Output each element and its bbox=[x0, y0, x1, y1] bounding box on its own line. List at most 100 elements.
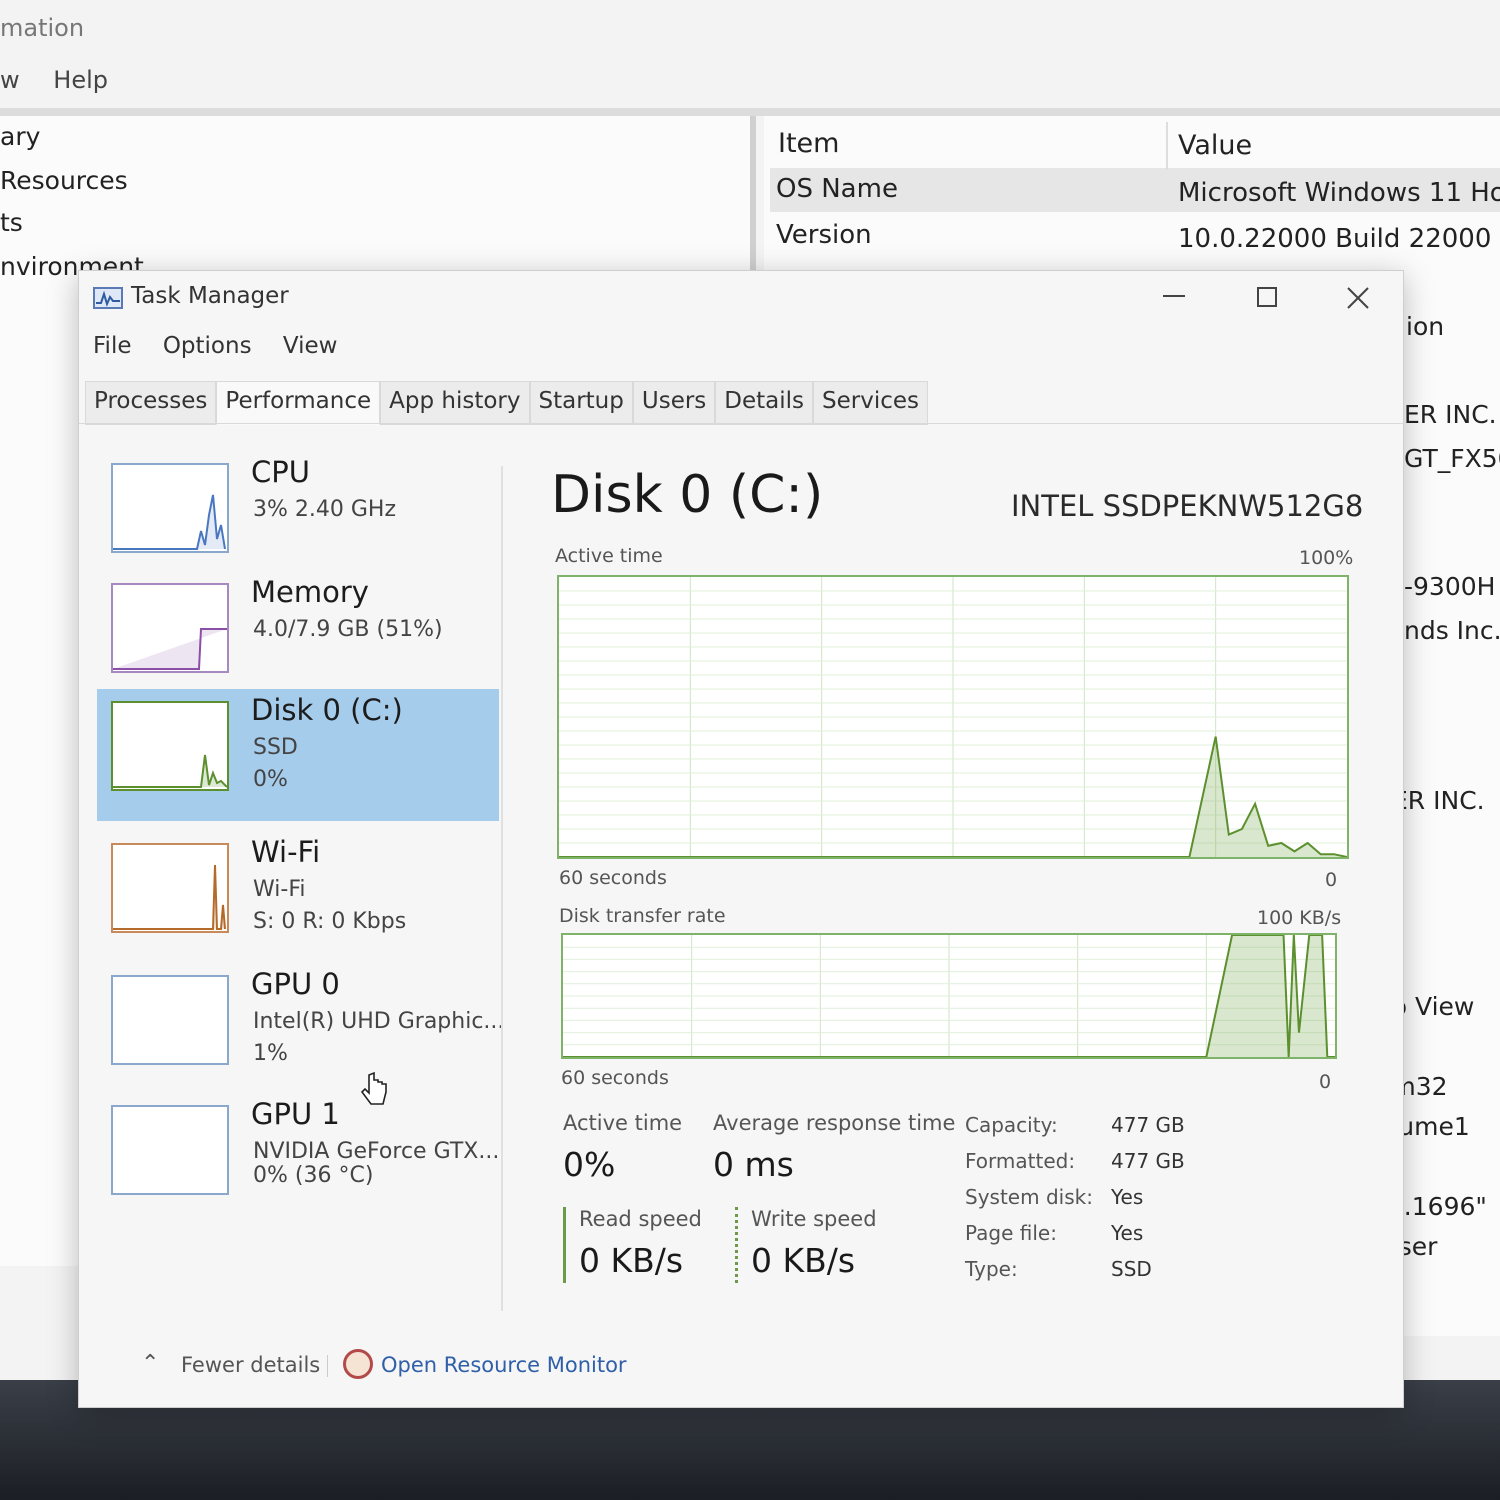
active-time-graph-xend: 0 bbox=[1325, 869, 1338, 891]
type-value: SSD bbox=[1111, 1257, 1152, 1281]
bg-menu-bar: w Help bbox=[0, 66, 134, 94]
system-disk-value: Yes bbox=[1111, 1185, 1144, 1209]
tab-performance[interactable]: Performance bbox=[216, 381, 381, 425]
bg-cell-value: 10.0.22000 Build 22000 bbox=[1178, 224, 1492, 254]
menu-bar: File Options View bbox=[93, 333, 361, 359]
tab-services[interactable]: Services bbox=[813, 381, 929, 425]
avg-response-label: Average response time bbox=[713, 1111, 956, 1135]
avg-response-value: 0 ms bbox=[713, 1145, 794, 1184]
bg-tree-item-components[interactable]: ts bbox=[0, 208, 23, 237]
capacity-label: Capacity: bbox=[965, 1113, 1058, 1137]
sidebar-item-wifi[interactable]: Wi-Fi Wi-Fi S: 0 R: 0 Kbps bbox=[97, 831, 499, 957]
tab-strip: Processes Performance App history Startu… bbox=[85, 381, 929, 425]
bg-fragment-text: GT_FX50 bbox=[1404, 444, 1500, 473]
system-disk-label: System disk: bbox=[965, 1185, 1093, 1209]
bg-menu-view[interactable]: w bbox=[0, 66, 20, 94]
chevron-up-icon[interactable]: ⌃ bbox=[141, 1351, 159, 1376]
sidebar-item-gpu0[interactable]: GPU 0 Intel(R) UHD Graphic... 1% bbox=[97, 963, 504, 1089]
minimize-button[interactable] bbox=[1159, 281, 1189, 311]
active-time-graph bbox=[557, 575, 1349, 859]
sidebar-item-label: Disk 0 (C:) bbox=[251, 693, 403, 727]
bg-column-value[interactable]: Value bbox=[1178, 130, 1252, 161]
tab-underline bbox=[79, 423, 1405, 424]
wifi-thumbnail-graph bbox=[111, 843, 229, 933]
sidebar-item-detail: 4.0/7.9 GB (51%) bbox=[253, 617, 443, 642]
bg-menu-divider bbox=[0, 108, 1500, 116]
active-time-graph-max: 100% bbox=[1299, 547, 1354, 569]
formatted-value: 477 GB bbox=[1111, 1149, 1185, 1173]
sidebar-divider bbox=[501, 466, 503, 1311]
tab-details[interactable]: Details bbox=[715, 381, 814, 425]
tab-users[interactable]: Users bbox=[632, 381, 716, 425]
menu-options[interactable]: Options bbox=[163, 333, 252, 359]
read-speed-label: Read speed bbox=[579, 1207, 702, 1231]
bg-cell-value: Microsoft Windows 11 Hor bbox=[1178, 178, 1500, 208]
sidebar-item-label: CPU bbox=[251, 455, 310, 489]
task-manager-icon bbox=[93, 287, 123, 309]
bg-fragment-text: -9300H C bbox=[1404, 572, 1500, 601]
type-label: Type: bbox=[965, 1257, 1018, 1281]
page-file-value: Yes bbox=[1111, 1221, 1144, 1245]
sidebar-item-cpu[interactable]: CPU 3% 2.40 GHz bbox=[97, 451, 499, 577]
bg-fragment-text: ER INC. bbox=[1404, 400, 1497, 429]
sidebar-item-label: GPU 0 bbox=[251, 967, 340, 1001]
write-speed-value: 0 KB/s bbox=[751, 1241, 856, 1280]
page-title: Disk 0 (C:) bbox=[551, 465, 824, 525]
bg-tree-item-summary[interactable]: ary bbox=[0, 122, 40, 151]
sidebar-item-label: Wi-Fi bbox=[251, 835, 321, 869]
maximize-button[interactable] bbox=[1253, 283, 1283, 313]
bg-column-divider bbox=[1166, 122, 1168, 170]
gpu0-thumbnail-graph bbox=[111, 975, 229, 1065]
sidebar-item-detail: Intel(R) UHD Graphic... bbox=[253, 1009, 505, 1034]
open-resource-monitor-link[interactable]: Open Resource Monitor bbox=[381, 1353, 627, 1377]
sidebar-item-detail: NVIDIA GeForce GTX... bbox=[253, 1139, 500, 1164]
footer-divider bbox=[327, 1355, 328, 1377]
menu-view[interactable]: View bbox=[283, 333, 338, 359]
active-time-graph-xlabel: 60 seconds bbox=[559, 867, 667, 889]
disk-thumbnail-graph bbox=[111, 701, 229, 791]
bg-column-item[interactable]: Item bbox=[778, 128, 839, 159]
write-speed-label: Write speed bbox=[751, 1207, 877, 1231]
bg-cell-item: OS Name bbox=[776, 174, 898, 204]
transfer-graph-xend: 0 bbox=[1319, 1071, 1332, 1093]
menu-file[interactable]: File bbox=[93, 333, 132, 359]
close-button[interactable] bbox=[1343, 283, 1373, 313]
page-file-label: Page file: bbox=[965, 1221, 1057, 1245]
transfer-graph-xlabel: 60 seconds bbox=[561, 1067, 669, 1089]
write-speed-indicator bbox=[735, 1207, 738, 1283]
resource-monitor-icon[interactable] bbox=[343, 1349, 373, 1379]
sidebar-item-label: GPU 1 bbox=[251, 1097, 340, 1131]
bg-menu-help[interactable]: Help bbox=[53, 66, 108, 94]
read-speed-value: 0 KB/s bbox=[579, 1241, 684, 1280]
task-manager-window: Task Manager File Options View Processes… bbox=[78, 270, 1405, 1408]
sidebar-item-detail: S: 0 R: 0 Kbps bbox=[253, 909, 407, 934]
bg-window-title: mation bbox=[0, 14, 85, 42]
tab-processes[interactable]: Processes bbox=[85, 381, 217, 425]
tab-app-history[interactable]: App history bbox=[380, 381, 530, 425]
gpu1-thumbnail-graph bbox=[111, 1105, 229, 1195]
sidebar-item-detail: 1% bbox=[253, 1041, 288, 1066]
bg-cell-item: Version bbox=[776, 220, 872, 250]
fewer-details-button[interactable]: Fewer details bbox=[181, 1353, 320, 1377]
transfer-graph-max: 100 KB/s bbox=[1257, 907, 1342, 929]
sidebar-item-disk0[interactable]: Disk 0 (C:) SSD 0% bbox=[97, 689, 499, 821]
sidebar-item-memory[interactable]: Memory 4.0/7.9 GB (51%) bbox=[97, 571, 499, 697]
bg-fragment-text: ion bbox=[1406, 312, 1445, 341]
formatted-label: Formatted: bbox=[965, 1149, 1076, 1173]
sidebar-item-detail: SSD bbox=[253, 735, 298, 760]
capacity-value: 477 GB bbox=[1111, 1113, 1185, 1137]
bg-tree-item-resources[interactable]: Resources bbox=[0, 166, 128, 195]
sidebar-item-gpu1[interactable]: GPU 1 NVIDIA GeForce GTX... 0% (36 °C) bbox=[97, 1093, 499, 1219]
sidebar-item-label: Memory bbox=[251, 575, 369, 609]
tab-startup[interactable]: Startup bbox=[529, 381, 633, 425]
active-time-graph-label: Active time bbox=[555, 545, 663, 567]
transfer-rate-graph bbox=[561, 933, 1337, 1059]
sidebar-item-detail: 0% (36 °C) bbox=[253, 1163, 374, 1188]
sidebar-item-detail: 3% 2.40 GHz bbox=[253, 497, 397, 522]
bg-fragment-text: ER INC. bbox=[1392, 786, 1485, 815]
disk-model: INTEL SSDPEKNW512G8 bbox=[1011, 489, 1364, 523]
sidebar-item-detail: Wi-Fi bbox=[253, 877, 306, 902]
hand-cursor-icon bbox=[359, 1071, 389, 1111]
sidebar-item-detail: 0% bbox=[253, 767, 288, 792]
bg-fragment-text: nds Inc. F bbox=[1404, 616, 1500, 645]
